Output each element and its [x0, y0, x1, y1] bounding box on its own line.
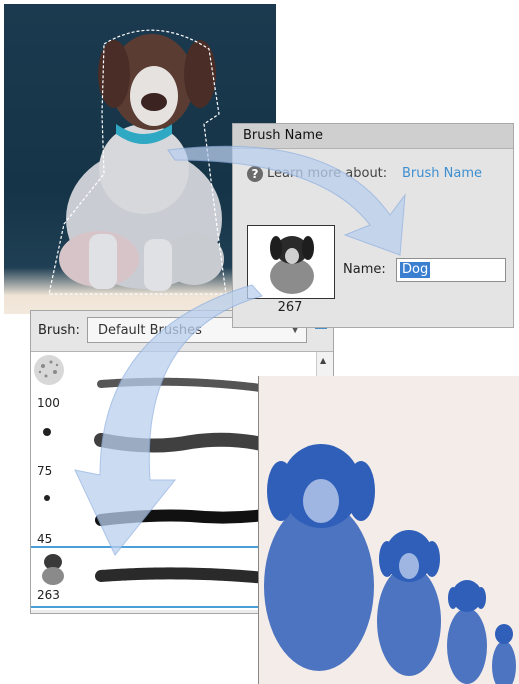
brush-preset-value: Default Brushes [98, 323, 202, 338]
brush-size-label: 45 [37, 532, 53, 546]
brush-size-label: 263 [37, 588, 60, 602]
brush-label: Brush: [38, 323, 80, 338]
brush-name-input[interactable]: Dog [396, 258, 506, 282]
result-image [258, 376, 519, 684]
learn-more-text: Learn more about: [267, 166, 388, 181]
question-icon[interactable]: ? [247, 166, 263, 182]
stamped-dogs-image [264, 444, 516, 684]
brush-size-label: 100 [37, 396, 60, 410]
brush-thumbnail [247, 225, 335, 299]
scroll-up-arrow-icon[interactable]: ▲ [320, 356, 326, 365]
name-input-value: Dog [400, 262, 431, 278]
learn-more-link[interactable]: Brush Name [402, 166, 482, 181]
brush-name-dialog: Brush Name ? Learn more about: Brush Nam… [232, 123, 514, 328]
dialog-titlebar[interactable]: Brush Name [233, 124, 513, 149]
dog-brush-thumbnail-image [270, 236, 314, 294]
brush-size-count: 267 [277, 300, 303, 315]
dialog-title: Brush Name [243, 128, 323, 143]
name-label: Name: [343, 262, 386, 277]
